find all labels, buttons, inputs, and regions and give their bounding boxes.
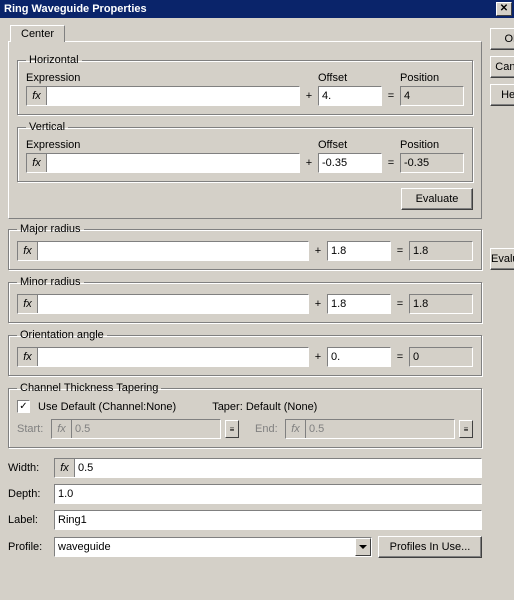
tab-strip: Center (8, 24, 482, 42)
chevron-down-icon (359, 545, 367, 549)
legend-tapering: Channel Thickness Tapering (17, 382, 161, 394)
minor-offset-field[interactable] (327, 294, 391, 314)
minor-result-field (409, 294, 473, 314)
orient-expression-input[interactable] (38, 348, 308, 366)
v-expression-field[interactable]: fx (26, 153, 300, 173)
fx-icon: fx (55, 459, 75, 477)
group-vertical: Vertical Expression Offset Position fx + (17, 121, 473, 182)
label-offset: Offset (318, 72, 382, 84)
label-input[interactable] (55, 511, 481, 529)
start-stepper: ≡ (225, 420, 239, 438)
legend-major-radius: Major radius (17, 223, 84, 235)
profiles-in-use-button[interactable]: Profiles In Use... (378, 536, 482, 558)
equals-icon: = (395, 245, 405, 257)
equals-icon: = (395, 298, 405, 310)
end-label: End: (255, 423, 281, 435)
plus-icon: + (304, 157, 314, 169)
profile-label: Profile: (8, 541, 54, 553)
fx-icon: fx (18, 348, 38, 366)
depth-input[interactable] (55, 485, 481, 503)
depth-label: Depth: (8, 488, 54, 500)
ok-button[interactable]: OK (490, 28, 514, 50)
h-expression-field[interactable]: fx (26, 86, 300, 106)
bottom-grid: Width: fx Depth: Label: Profile: Profile… (8, 458, 482, 558)
evaluate-center-button[interactable]: Evaluate (401, 188, 473, 210)
group-major-radius: Major radius fx + = (8, 223, 482, 270)
end-input (306, 420, 454, 438)
equals-icon: = (386, 157, 396, 169)
updown-icon: ≡ (230, 425, 235, 434)
width-label: Width: (8, 462, 54, 474)
equals-icon: = (386, 90, 396, 102)
major-offset-field[interactable] (327, 241, 391, 261)
help-button[interactable]: Help (490, 84, 514, 106)
fx-icon: fx (18, 295, 38, 313)
use-default-checkbox[interactable]: ✓ (17, 400, 30, 413)
client-area: Center Horizontal Expression Offset Posi… (0, 18, 514, 566)
end-field: fx (285, 419, 455, 439)
group-vertical-legend: Vertical (26, 121, 68, 133)
label-offset-v: Offset (318, 139, 382, 151)
plus-icon: + (313, 351, 323, 363)
label-expression: Expression (26, 72, 300, 84)
taper-label: Taper: Default (None) (212, 401, 317, 413)
group-minor-radius: Minor radius fx + = (8, 276, 482, 323)
tab-panel-center: Horizontal Expression Offset Position fx… (8, 41, 482, 219)
orient-offset-field[interactable] (327, 347, 391, 367)
label-expression-v: Expression (26, 139, 300, 151)
v-offset-field[interactable] (318, 153, 382, 173)
v-expression-input[interactable] (47, 154, 299, 172)
major-expression-input[interactable] (38, 242, 308, 260)
group-horizontal-legend: Horizontal (26, 54, 82, 66)
plus-icon: + (313, 245, 323, 257)
profile-value[interactable] (55, 538, 355, 556)
h-offset-field[interactable] (318, 86, 382, 106)
close-button[interactable]: ✕ (496, 2, 512, 16)
width-field[interactable]: fx (54, 458, 482, 478)
orient-result-field (409, 347, 473, 367)
start-input (72, 420, 220, 438)
plus-icon: + (313, 298, 323, 310)
fx-icon: fx (18, 242, 38, 260)
end-stepper: ≡ (459, 420, 473, 438)
right-button-column: OK Cancel Help Evaluate (490, 24, 514, 558)
depth-field[interactable] (54, 484, 482, 504)
tab-center[interactable]: Center (10, 25, 65, 42)
group-horizontal: Horizontal Expression Offset Position fx… (17, 54, 473, 115)
label-field[interactable] (54, 510, 482, 530)
minor-expression-input[interactable] (38, 295, 308, 313)
start-label: Start: (17, 423, 47, 435)
dropdown-button[interactable] (355, 538, 371, 556)
fx-icon: fx (286, 420, 306, 438)
major-result-field (409, 241, 473, 261)
label-position-v: Position (400, 139, 464, 151)
profile-select[interactable] (54, 537, 372, 557)
start-field: fx (51, 419, 221, 439)
orient-expression-field[interactable]: fx (17, 347, 309, 367)
fx-icon: fx (52, 420, 72, 438)
major-expression-field[interactable]: fx (17, 241, 309, 261)
label-label: Label: (8, 514, 54, 526)
evaluate-side-button[interactable]: Evaluate (490, 248, 514, 270)
fx-icon: fx (27, 87, 47, 105)
updown-icon: ≡ (464, 425, 469, 434)
window-title: Ring Waveguide Properties (4, 3, 496, 15)
plus-icon: + (304, 90, 314, 102)
v-position-field (400, 153, 464, 173)
use-default-label: Use Default (Channel:None) (38, 401, 176, 413)
title-bar: Ring Waveguide Properties ✕ (0, 0, 514, 18)
cancel-button[interactable]: Cancel (490, 56, 514, 78)
fx-icon: fx (27, 154, 47, 172)
h-expression-input[interactable] (47, 87, 299, 105)
legend-minor-radius: Minor radius (17, 276, 84, 288)
group-orientation: Orientation angle fx + = (8, 329, 482, 376)
label-position: Position (400, 72, 464, 84)
equals-icon: = (395, 351, 405, 363)
legend-orientation: Orientation angle (17, 329, 107, 341)
check-icon: ✓ (19, 402, 27, 412)
minor-expression-field[interactable]: fx (17, 294, 309, 314)
h-position-field (400, 86, 464, 106)
width-input[interactable] (75, 459, 481, 477)
group-tapering: Channel Thickness Tapering ✓ Use Default… (8, 382, 482, 448)
